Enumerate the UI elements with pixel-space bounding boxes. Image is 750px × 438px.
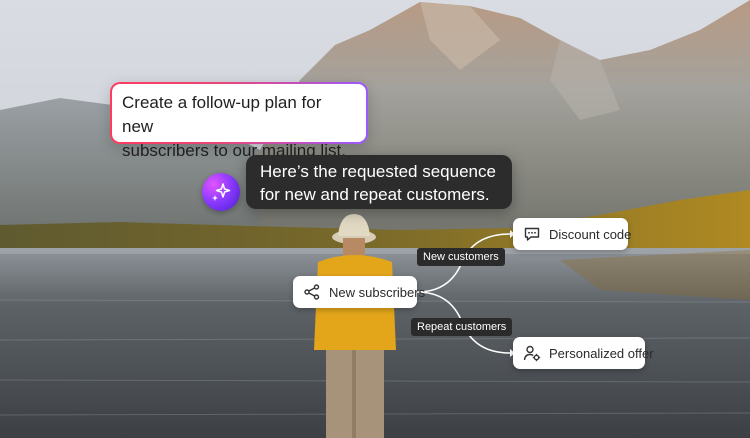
flow-node-label: New subscribers [329,284,426,300]
flow-node-label: Discount code [549,226,632,242]
comment-icon [523,225,541,243]
flow-node-new-subscribers[interactable]: New subscribers [293,276,425,308]
edge-label-repeat-customers: Repeat customers [411,318,513,336]
flow-connectors [416,230,515,357]
flow-node-label: Personalized offer [549,345,654,361]
share-icon [303,283,321,301]
response-text-line1: Here’s the requested sequence [260,162,496,181]
ai-response-bubble: Here’s the requested sequence for new an… [246,155,512,209]
user-prompt-bubble: Create a follow-up plan for new subscrib… [110,82,368,160]
response-text-line2: for new and repeat customers. [260,185,490,204]
ai-assistant-avatar [202,173,240,211]
edge-label-new-customers: New customers [417,248,505,266]
sparkle-icon [212,183,231,201]
flow-node-discount-code[interactable]: Discount code [513,218,632,250]
user-settings-icon [523,344,541,362]
flow-node-personalized-offer[interactable]: Personalized offer [513,337,654,369]
prompt-text-line1: Create a follow-up plan for new [122,93,322,136]
